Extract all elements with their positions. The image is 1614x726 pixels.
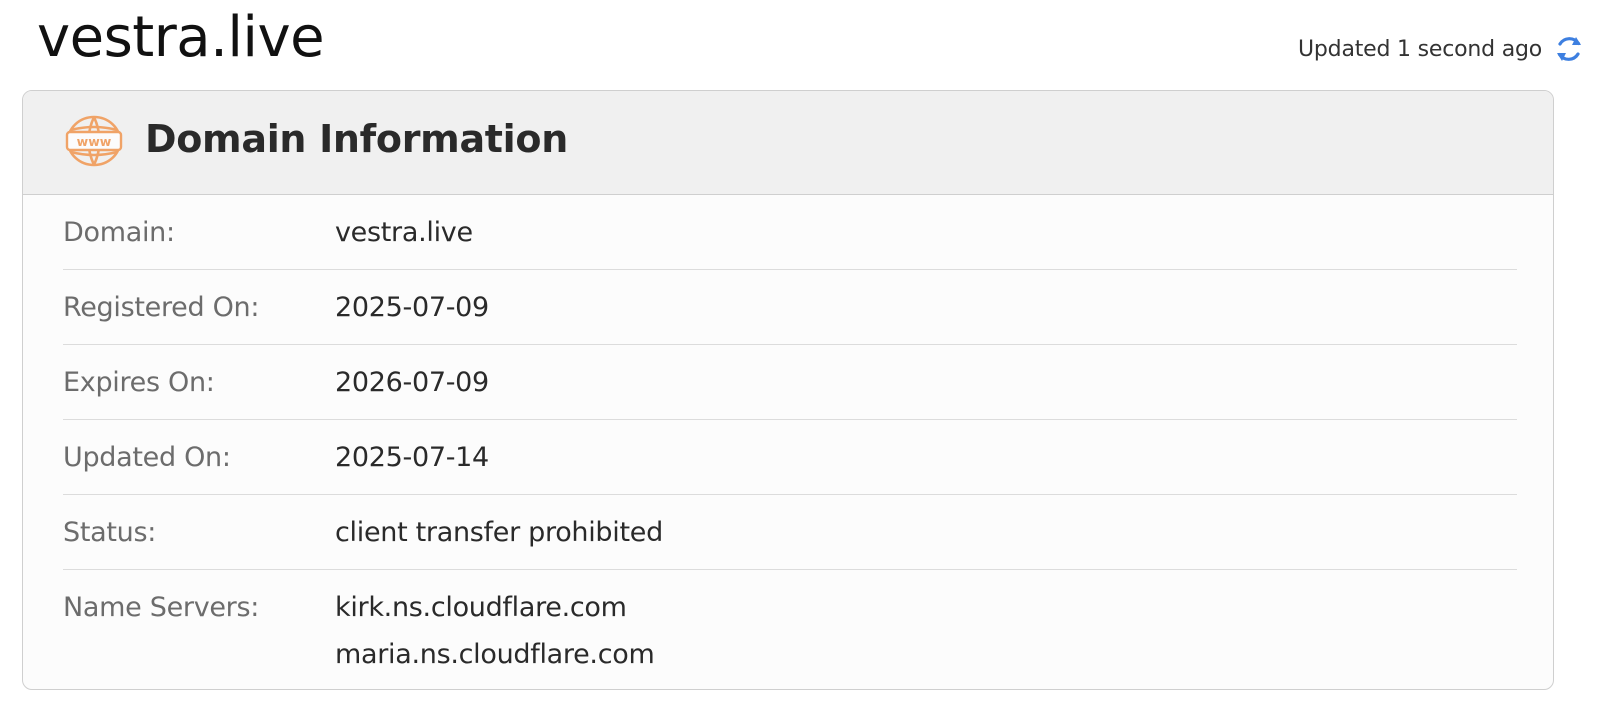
row-value: 2025-07-09 (335, 292, 489, 323)
info-row-registered-on: Registered On: 2025-07-09 (63, 270, 1517, 345)
page-title: vestra.live (37, 5, 325, 70)
row-label: Name Servers: (63, 592, 260, 623)
info-row-domain: Domain: vestra.live (63, 195, 1517, 270)
info-row-status: Status: client transfer prohibited (63, 495, 1517, 570)
domain-information-card: www Domain Information Domain: vestra.li… (22, 90, 1554, 690)
updated-text: Updated 1 second ago (1298, 36, 1542, 62)
row-value: 2025-07-14 (335, 442, 489, 473)
row-value: client transfer prohibited (335, 517, 663, 548)
www-globe-icon: www (65, 115, 123, 167)
domain-info-list: Domain: vestra.live Registered On: 2025-… (63, 195, 1517, 685)
svg-text:www: www (77, 134, 112, 149)
name-server-item: maria.ns.cloudflare.com (335, 639, 655, 670)
refresh-icon[interactable] (1552, 32, 1586, 66)
row-label: Updated On: (63, 442, 231, 473)
row-value: vestra.live (335, 217, 473, 248)
last-updated: Updated 1 second ago (1298, 32, 1581, 66)
row-label: Status: (63, 517, 157, 548)
name-server-list: kirk.ns.cloudflare.com maria.ns.cloudfla… (335, 590, 655, 676)
row-label: Registered On: (63, 292, 260, 323)
card-header: www Domain Information (23, 91, 1553, 195)
row-label: Domain: (63, 217, 175, 248)
row-value: 2026-07-09 (335, 367, 489, 398)
info-row-expires-on: Expires On: 2026-07-09 (63, 345, 1517, 420)
card-title: Domain Information (145, 117, 568, 161)
name-server-item: kirk.ns.cloudflare.com (335, 592, 627, 623)
info-row-name-servers: Name Servers: kirk.ns.cloudflare.com mar… (63, 570, 1517, 685)
row-label: Expires On: (63, 367, 215, 398)
info-row-updated-on: Updated On: 2025-07-14 (63, 420, 1517, 495)
